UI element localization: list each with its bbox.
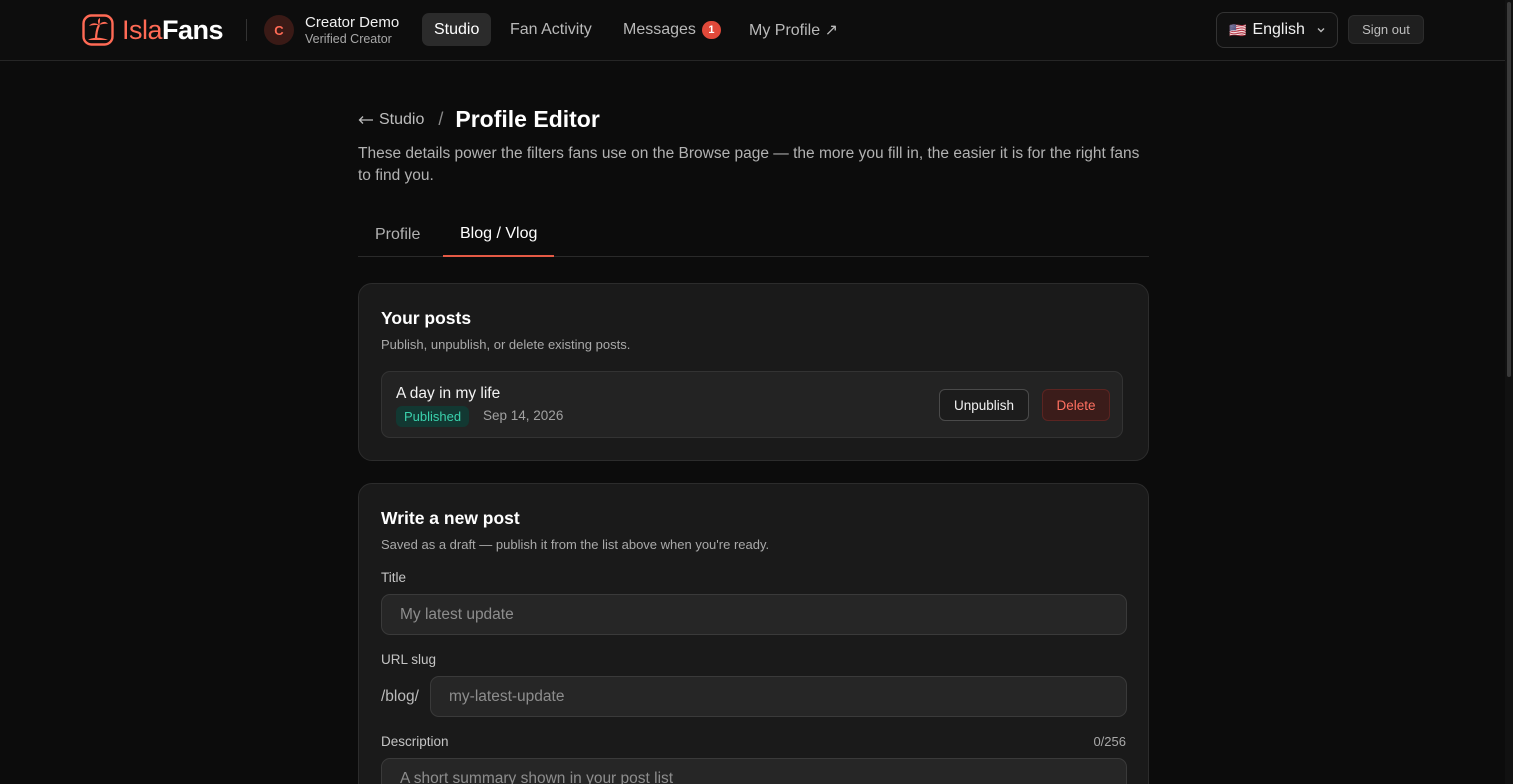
slug-prefix: /blog/	[381, 688, 419, 705]
us-flag-icon: 🇺🇸	[1229, 21, 1247, 38]
language-label: English	[1252, 21, 1305, 38]
user-role: Verified Creator	[305, 32, 392, 46]
breadcrumb: Studio / Profile Editor	[358, 106, 600, 133]
status-badge: Published	[396, 406, 470, 427]
new-post-title: Write a new post	[381, 508, 520, 528]
delete-button[interactable]: Delete	[1042, 389, 1110, 421]
sign-out-button[interactable]: Sign out	[1348, 15, 1424, 44]
nav-fan-activity-label: Fan Activity	[510, 20, 592, 38]
tab-blog-vlog[interactable]: Blog / Vlog	[443, 212, 555, 257]
description-input[interactable]	[381, 758, 1127, 784]
language-selector[interactable]: 🇺🇸 English	[1216, 12, 1338, 48]
new-post-subtitle: Saved as a draft — publish it from the l…	[381, 537, 770, 552]
messages-unread-badge: 1	[701, 20, 721, 39]
nav-studio-label: Studio	[434, 20, 480, 38]
nav-studio[interactable]: Studio	[422, 13, 492, 46]
chevron-down-icon	[1317, 28, 1325, 33]
page-title: Profile Editor	[455, 106, 600, 132]
your-posts-card: Your posts Publish, unpublish, or delete…	[358, 283, 1149, 461]
nav-messages[interactable]: Messages 1	[611, 13, 733, 46]
logo-text-fans: Fans	[162, 14, 224, 45]
unpublish-button[interactable]: Unpublish	[939, 389, 1029, 421]
url-slug-input[interactable]	[430, 676, 1127, 717]
nav-my-profile-label: My Profile ↗	[749, 21, 838, 39]
post-title-input[interactable]	[381, 594, 1127, 635]
editor-tabs: Profile Blog / Vlog	[358, 212, 1149, 257]
new-post-card: Write a new post Saved as a draft — publ…	[358, 483, 1149, 784]
nav-messages-label: Messages	[623, 20, 696, 38]
top-navigation-bar: IslaFans C Creator Demo Verified Creator…	[0, 0, 1505, 61]
logo-wordmark: IslaFans	[122, 14, 224, 46]
palm-tree-logo-icon	[82, 14, 114, 46]
post-row: A day in my life Published Sep 14, 2026 …	[381, 371, 1123, 438]
logo[interactable]: IslaFans	[82, 14, 224, 46]
nav-fan-activity[interactable]: Fan Activity	[498, 13, 604, 46]
post-date: Sep 14, 2026	[483, 408, 564, 423]
logo-text-isla: Isla	[122, 14, 163, 45]
user-name: Creator Demo	[305, 14, 400, 31]
title-field-label: Title	[381, 570, 407, 585]
back-link-label: Studio	[379, 110, 425, 128]
arrow-left-icon	[358, 115, 373, 124]
your-posts-title: Your posts	[381, 308, 472, 328]
header-divider	[246, 19, 247, 41]
scrollbar-thumb[interactable]	[1507, 2, 1511, 377]
avatar[interactable]: C	[264, 15, 294, 45]
page-description: These details power the filters fans use…	[358, 145, 1140, 184]
breadcrumb-separator: /	[438, 109, 444, 129]
post-title[interactable]: A day in my life	[396, 385, 500, 403]
description-char-counter: 0/256	[1093, 734, 1126, 749]
nav-my-profile[interactable]: My Profile ↗	[737, 13, 850, 46]
your-posts-subtitle: Publish, unpublish, or delete existing p…	[381, 337, 631, 352]
slug-field-label: URL slug	[381, 652, 437, 667]
tab-profile[interactable]: Profile	[375, 212, 420, 257]
back-to-studio-link[interactable]: Studio	[358, 111, 424, 129]
description-field-label: Description	[381, 734, 449, 749]
